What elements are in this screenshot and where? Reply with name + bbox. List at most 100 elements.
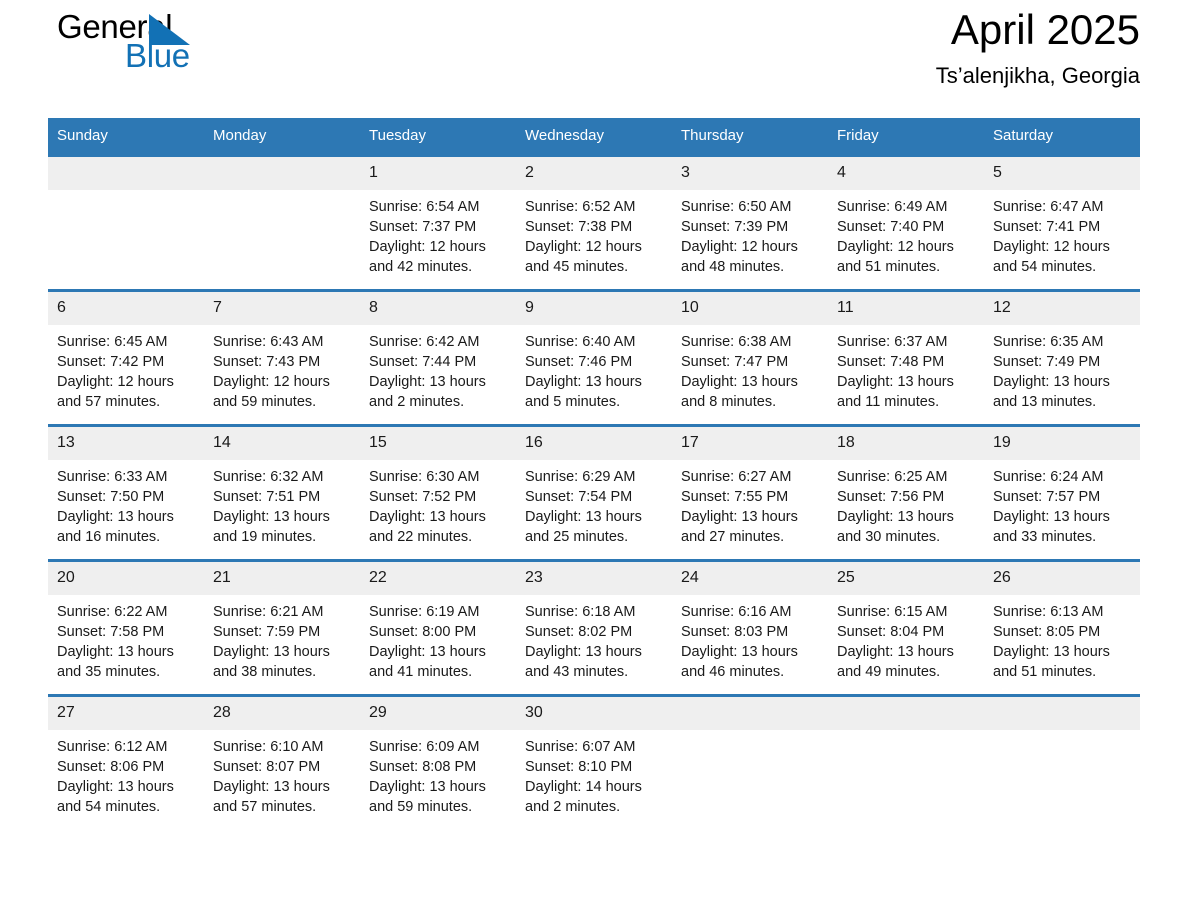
day-number: 14 bbox=[204, 427, 360, 460]
daylight-text-line1: Daylight: 13 hours bbox=[369, 509, 486, 526]
calendar-week-row: 13 Sunrise: 6:33 AM Sunset: 7:50 PM Dayligh… bbox=[48, 424, 1140, 561]
calendar-day-cell[interactable]: 9 Sunrise: 6:40 AM Sunset: 7:46 PM Daylight… bbox=[516, 289, 672, 426]
calendar-day-cell[interactable]: 5 Sunrise: 6:47 AM Sunset: 7:41 PM Daylight… bbox=[984, 154, 1140, 291]
calendar-day-cell[interactable]: 23 Sunrise: 6:18 AM Sunset: 8:02 PM Dayligh… bbox=[516, 559, 672, 696]
calendar-day-cell[interactable]: 7 Sunrise: 6:43 AM Sunset: 7:43 PM Daylight… bbox=[204, 289, 360, 426]
sunset-text: Sunset: 7:49 PM bbox=[993, 354, 1101, 371]
daylight-text-line2: and 27 minutes. bbox=[681, 529, 785, 546]
sunrise-text: Sunrise: 6:49 AM bbox=[837, 199, 948, 215]
calendar-day-cell[interactable]: 20 Sunrise: 6:22 AM Sunset: 7:58 PM Dayligh… bbox=[48, 559, 204, 696]
empty-day bbox=[48, 157, 204, 289]
day-details: Sunrise: 6:18 AM Sunset: 8:02 PM Daylight:… bbox=[516, 595, 672, 683]
daylight-text-line2: and 59 minutes. bbox=[369, 799, 473, 816]
day-details: Sunrise: 6:35 AM Sunset: 7:49 PM Daylight:… bbox=[984, 325, 1140, 413]
sunrise-text: Sunrise: 6:21 AM bbox=[213, 604, 324, 620]
day-28: 28 Sunrise: 6:10 AM Sunset: 8:07 PM Dayligh… bbox=[204, 697, 360, 829]
logo-text-blue: Blue bbox=[125, 37, 190, 74]
calendar-day-cell[interactable]: 13 Sunrise: 6:33 AM Sunset: 7:50 PM Dayligh… bbox=[48, 424, 204, 561]
day-12: 12 Sunrise: 6:35 AM Sunset: 7:49 PM Dayligh… bbox=[984, 292, 1140, 424]
calendar-day-cell[interactable]: 3 Sunrise: 6:50 AM Sunset: 7:39 PM Daylight… bbox=[672, 154, 828, 291]
calendar-day-cell[interactable]: 24 Sunrise: 6:16 AM Sunset: 8:03 PM Dayligh… bbox=[672, 559, 828, 696]
generalblue-logo: General Blue bbox=[48, 10, 248, 90]
daylight-text-line2: and 54 minutes. bbox=[57, 799, 161, 816]
sunrise-text: Sunrise: 6:10 AM bbox=[213, 739, 324, 755]
calendar-day-cell[interactable]: 14 Sunrise: 6:32 AM Sunset: 7:51 PM Dayligh… bbox=[204, 424, 360, 561]
day-15: 15 Sunrise: 6:30 AM Sunset: 7:52 PM Dayligh… bbox=[360, 427, 516, 559]
calendar-day-cell[interactable]: 26 Sunrise: 6:13 AM Sunset: 8:05 PM Dayligh… bbox=[984, 559, 1140, 696]
calendar-day-cell[interactable]: 16 Sunrise: 6:29 AM Sunset: 7:54 PM Dayligh… bbox=[516, 424, 672, 561]
calendar-day-cell[interactable]: 28 Sunrise: 6:10 AM Sunset: 8:07 PM Dayligh… bbox=[204, 694, 360, 829]
calendar-day-cell[interactable]: 29 Sunrise: 6:09 AM Sunset: 8:08 PM Dayligh… bbox=[360, 694, 516, 829]
calendar-day-cell[interactable]: 2 Sunrise: 6:52 AM Sunset: 7:38 PM Daylight… bbox=[516, 154, 672, 291]
calendar-day-cell[interactable]: 10 Sunrise: 6:38 AM Sunset: 7:47 PM Dayligh… bbox=[672, 289, 828, 426]
day-details: Sunrise: 6:21 AM Sunset: 7:59 PM Daylight:… bbox=[204, 595, 360, 683]
page-title: April 2025 bbox=[950, 6, 1140, 53]
calendar-day-cell bbox=[828, 694, 984, 829]
calendar-day-cell[interactable]: 19 Sunrise: 6:24 AM Sunset: 7:57 PM Dayligh… bbox=[984, 424, 1140, 561]
sunset-text: Sunset: 7:57 PM bbox=[993, 489, 1101, 506]
sunset-text: Sunset: 7:38 PM bbox=[525, 219, 633, 236]
calendar-day-cell[interactable]: 8 Sunrise: 6:42 AM Sunset: 7:44 PM Daylight… bbox=[360, 289, 516, 426]
day-number bbox=[48, 157, 204, 190]
sunset-text: Sunset: 8:08 PM bbox=[369, 759, 477, 776]
daylight-text-line1: Daylight: 12 hours bbox=[681, 239, 798, 256]
day-number: 13 bbox=[48, 427, 204, 460]
weekday-header-friday: Friday bbox=[828, 118, 984, 156]
daylight-text-line1: Daylight: 13 hours bbox=[681, 509, 798, 526]
day-10: 10 Sunrise: 6:38 AM Sunset: 7:47 PM Dayligh… bbox=[672, 292, 828, 424]
day-number: 20 bbox=[48, 562, 204, 595]
sunrise-text: Sunrise: 6:07 AM bbox=[525, 739, 636, 755]
calendar-day-cell[interactable]: 21 Sunrise: 6:21 AM Sunset: 7:59 PM Dayligh… bbox=[204, 559, 360, 696]
day-5: 5 Sunrise: 6:47 AM Sunset: 7:41 PM Daylight… bbox=[984, 157, 1140, 289]
daylight-text-line2: and 41 minutes. bbox=[369, 664, 473, 681]
sunset-text: Sunset: 7:46 PM bbox=[525, 354, 633, 371]
day-details: Sunrise: 6:12 AM Sunset: 8:06 PM Daylight:… bbox=[48, 730, 204, 818]
empty-day bbox=[828, 697, 984, 829]
calendar-day-cell[interactable]: 12 Sunrise: 6:35 AM Sunset: 7:49 PM Dayligh… bbox=[984, 289, 1140, 426]
day-details: Sunrise: 6:40 AM Sunset: 7:46 PM Daylight:… bbox=[516, 325, 672, 413]
calendar-day-cell bbox=[984, 694, 1140, 829]
daylight-text-line1: Daylight: 13 hours bbox=[681, 374, 798, 391]
calendar-day-cell[interactable]: 17 Sunrise: 6:27 AM Sunset: 7:55 PM Dayligh… bbox=[672, 424, 828, 561]
sunset-text: Sunset: 7:41 PM bbox=[993, 219, 1101, 236]
day-number: 25 bbox=[828, 562, 984, 595]
day-number: 8 bbox=[360, 292, 516, 325]
day-23: 23 Sunrise: 6:18 AM Sunset: 8:02 PM Dayligh… bbox=[516, 562, 672, 694]
calendar-day-cell[interactable]: 15 Sunrise: 6:30 AM Sunset: 7:52 PM Dayligh… bbox=[360, 424, 516, 561]
daylight-text-line2: and 2 minutes. bbox=[525, 799, 621, 816]
sunrise-text: Sunrise: 6:45 AM bbox=[57, 334, 168, 350]
empty-day bbox=[984, 697, 1140, 829]
sunrise-text: Sunrise: 6:38 AM bbox=[681, 334, 792, 350]
calendar-day-cell[interactable]: 18 Sunrise: 6:25 AM Sunset: 7:56 PM Dayligh… bbox=[828, 424, 984, 561]
calendar-day-cell[interactable]: 1 Sunrise: 6:54 AM Sunset: 7:37 PM Daylight… bbox=[360, 154, 516, 291]
calendar-day-cell[interactable]: 30 Sunrise: 6:07 AM Sunset: 8:10 PM Dayligh… bbox=[516, 694, 672, 829]
calendar-day-cell[interactable]: 6 Sunrise: 6:45 AM Sunset: 7:42 PM Daylight… bbox=[48, 289, 204, 426]
sunset-text: Sunset: 7:50 PM bbox=[57, 489, 165, 506]
daylight-text-line2: and 13 minutes. bbox=[993, 394, 1097, 411]
day-number: 5 bbox=[984, 157, 1140, 190]
calendar-day-cell[interactable]: 22 Sunrise: 6:19 AM Sunset: 8:00 PM Dayligh… bbox=[360, 559, 516, 696]
sunset-text: Sunset: 7:52 PM bbox=[369, 489, 477, 506]
daylight-text-line2: and 46 minutes. bbox=[681, 664, 785, 681]
day-22: 22 Sunrise: 6:19 AM Sunset: 8:00 PM Dayligh… bbox=[360, 562, 516, 694]
calendar-day-cell[interactable]: 25 Sunrise: 6:15 AM Sunset: 8:04 PM Dayligh… bbox=[828, 559, 984, 696]
calendar-day-cell[interactable]: 11 Sunrise: 6:37 AM Sunset: 7:48 PM Dayligh… bbox=[828, 289, 984, 426]
day-number: 1 bbox=[360, 157, 516, 190]
daylight-text-line2: and 5 minutes. bbox=[525, 394, 621, 411]
calendar-body: 1 Sunrise: 6:54 AM Sunset: 7:37 PM Daylight… bbox=[48, 154, 1140, 829]
daylight-text-line1: Daylight: 13 hours bbox=[57, 779, 174, 796]
daylight-text-line2: and 51 minutes. bbox=[837, 259, 941, 276]
day-24: 24 Sunrise: 6:16 AM Sunset: 8:03 PM Dayligh… bbox=[672, 562, 828, 694]
calendar-day-cell[interactable]: 27 Sunrise: 6:12 AM Sunset: 8:06 PM Dayligh… bbox=[48, 694, 204, 829]
daylight-text-line2: and 51 minutes. bbox=[993, 664, 1097, 681]
calendar-week-row: 6 Sunrise: 6:45 AM Sunset: 7:42 PM Daylight… bbox=[48, 289, 1140, 426]
calendar-week-row: 27 Sunrise: 6:12 AM Sunset: 8:06 PM Dayligh… bbox=[48, 694, 1140, 829]
day-number: 23 bbox=[516, 562, 672, 595]
day-number: 3 bbox=[672, 157, 828, 190]
weekday-header-thursday: Thursday bbox=[672, 118, 828, 156]
daylight-text-line2: and 45 minutes. bbox=[525, 259, 629, 276]
daylight-text-line1: Daylight: 13 hours bbox=[993, 644, 1110, 661]
calendar-day-cell[interactable]: 4 Sunrise: 6:49 AM Sunset: 7:40 PM Daylight… bbox=[828, 154, 984, 291]
sunrise-text: Sunrise: 6:19 AM bbox=[369, 604, 480, 620]
sunrise-text: Sunrise: 6:50 AM bbox=[681, 199, 792, 215]
